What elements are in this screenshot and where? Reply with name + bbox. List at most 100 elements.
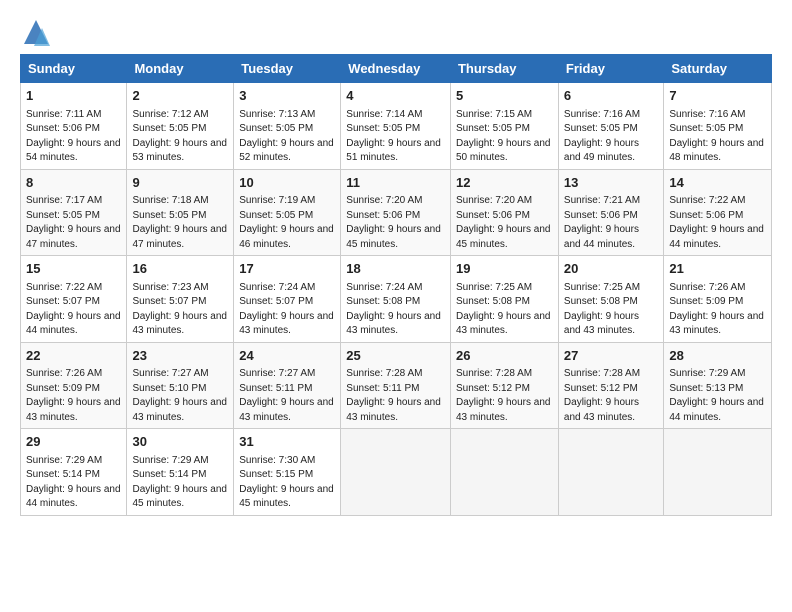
day-number: 8 (26, 174, 121, 192)
day-info: Sunrise: 7:14 AMSunset: 5:05 PMDaylight:… (346, 109, 441, 164)
day-of-week-header: Sunday (21, 55, 127, 83)
day-info: Sunrise: 7:15 AMSunset: 5:05 PMDaylight:… (456, 109, 551, 164)
calendar-day: 21 Sunrise: 7:26 AMSunset: 5:09 PMDaylig… (664, 256, 772, 343)
day-info: Sunrise: 7:28 AMSunset: 5:12 PMDaylight:… (456, 368, 551, 423)
day-info: Sunrise: 7:27 AMSunset: 5:10 PMDaylight:… (132, 368, 227, 423)
day-number: 15 (26, 260, 121, 278)
day-number: 31 (239, 433, 335, 451)
day-number: 20 (564, 260, 658, 278)
day-info: Sunrise: 7:17 AMSunset: 5:05 PMDaylight:… (26, 195, 121, 250)
day-number: 30 (132, 433, 228, 451)
page: SundayMondayTuesdayWednesdayThursdayFrid… (0, 0, 792, 612)
day-number: 11 (346, 174, 445, 192)
empty-day (664, 429, 772, 516)
calendar-day: 30 Sunrise: 7:29 AMSunset: 5:14 PMDaylig… (127, 429, 234, 516)
day-number: 9 (132, 174, 228, 192)
calendar-day: 24 Sunrise: 7:27 AMSunset: 5:11 PMDaylig… (234, 342, 341, 429)
day-info: Sunrise: 7:19 AMSunset: 5:05 PMDaylight:… (239, 195, 334, 250)
calendar-day: 15 Sunrise: 7:22 AMSunset: 5:07 PMDaylig… (21, 256, 127, 343)
day-info: Sunrise: 7:29 AMSunset: 5:13 PMDaylight:… (669, 368, 764, 423)
day-info: Sunrise: 7:13 AMSunset: 5:05 PMDaylight:… (239, 109, 334, 164)
calendar-header-row: SundayMondayTuesdayWednesdayThursdayFrid… (21, 55, 772, 83)
calendar-day: 14 Sunrise: 7:22 AMSunset: 5:06 PMDaylig… (664, 169, 772, 256)
day-number: 6 (564, 87, 658, 105)
empty-day (558, 429, 663, 516)
day-number: 26 (456, 347, 553, 365)
day-number: 4 (346, 87, 445, 105)
calendar-day: 26 Sunrise: 7:28 AMSunset: 5:12 PMDaylig… (450, 342, 558, 429)
day-number: 22 (26, 347, 121, 365)
day-info: Sunrise: 7:26 AMSunset: 5:09 PMDaylight:… (669, 282, 764, 337)
day-number: 10 (239, 174, 335, 192)
empty-day (341, 429, 451, 516)
calendar-day: 8 Sunrise: 7:17 AMSunset: 5:05 PMDayligh… (21, 169, 127, 256)
calendar-day: 12 Sunrise: 7:20 AMSunset: 5:06 PMDaylig… (450, 169, 558, 256)
day-number: 7 (669, 87, 766, 105)
day-info: Sunrise: 7:20 AMSunset: 5:06 PMDaylight:… (346, 195, 441, 250)
day-info: Sunrise: 7:27 AMSunset: 5:11 PMDaylight:… (239, 368, 334, 423)
day-of-week-header: Tuesday (234, 55, 341, 83)
day-number: 19 (456, 260, 553, 278)
day-info: Sunrise: 7:28 AMSunset: 5:12 PMDaylight:… (564, 368, 640, 423)
day-info: Sunrise: 7:16 AMSunset: 5:05 PMDaylight:… (564, 109, 640, 164)
calendar: SundayMondayTuesdayWednesdayThursdayFrid… (20, 54, 772, 516)
calendar-day: 11 Sunrise: 7:20 AMSunset: 5:06 PMDaylig… (341, 169, 451, 256)
day-info: Sunrise: 7:28 AMSunset: 5:11 PMDaylight:… (346, 368, 441, 423)
calendar-day: 13 Sunrise: 7:21 AMSunset: 5:06 PMDaylig… (558, 169, 663, 256)
day-number: 12 (456, 174, 553, 192)
day-number: 17 (239, 260, 335, 278)
day-info: Sunrise: 7:24 AMSunset: 5:08 PMDaylight:… (346, 282, 441, 337)
day-of-week-header: Wednesday (341, 55, 451, 83)
day-info: Sunrise: 7:29 AMSunset: 5:14 PMDaylight:… (26, 455, 121, 510)
day-info: Sunrise: 7:12 AMSunset: 5:05 PMDaylight:… (132, 109, 227, 164)
calendar-day: 29 Sunrise: 7:29 AMSunset: 5:14 PMDaylig… (21, 429, 127, 516)
day-info: Sunrise: 7:24 AMSunset: 5:07 PMDaylight:… (239, 282, 334, 337)
logo (20, 18, 50, 46)
calendar-day: 31 Sunrise: 7:30 AMSunset: 5:15 PMDaylig… (234, 429, 341, 516)
logo-icon (22, 18, 50, 46)
day-number: 28 (669, 347, 766, 365)
calendar-day: 20 Sunrise: 7:25 AMSunset: 5:08 PMDaylig… (558, 256, 663, 343)
calendar-day: 2 Sunrise: 7:12 AMSunset: 5:05 PMDayligh… (127, 83, 234, 170)
day-info: Sunrise: 7:25 AMSunset: 5:08 PMDaylight:… (456, 282, 551, 337)
calendar-day: 9 Sunrise: 7:18 AMSunset: 5:05 PMDayligh… (127, 169, 234, 256)
calendar-week-row: 29 Sunrise: 7:29 AMSunset: 5:14 PMDaylig… (21, 429, 772, 516)
day-number: 16 (132, 260, 228, 278)
calendar-day: 22 Sunrise: 7:26 AMSunset: 5:09 PMDaylig… (21, 342, 127, 429)
day-of-week-header: Saturday (664, 55, 772, 83)
day-info: Sunrise: 7:20 AMSunset: 5:06 PMDaylight:… (456, 195, 551, 250)
calendar-week-row: 1 Sunrise: 7:11 AMSunset: 5:06 PMDayligh… (21, 83, 772, 170)
day-number: 24 (239, 347, 335, 365)
day-info: Sunrise: 7:25 AMSunset: 5:08 PMDaylight:… (564, 282, 640, 337)
calendar-day: 23 Sunrise: 7:27 AMSunset: 5:10 PMDaylig… (127, 342, 234, 429)
day-number: 29 (26, 433, 121, 451)
day-of-week-header: Thursday (450, 55, 558, 83)
empty-day (450, 429, 558, 516)
calendar-week-row: 8 Sunrise: 7:17 AMSunset: 5:05 PMDayligh… (21, 169, 772, 256)
day-info: Sunrise: 7:23 AMSunset: 5:07 PMDaylight:… (132, 282, 227, 337)
day-info: Sunrise: 7:22 AMSunset: 5:07 PMDaylight:… (26, 282, 121, 337)
day-info: Sunrise: 7:26 AMSunset: 5:09 PMDaylight:… (26, 368, 121, 423)
calendar-day: 28 Sunrise: 7:29 AMSunset: 5:13 PMDaylig… (664, 342, 772, 429)
day-number: 1 (26, 87, 121, 105)
calendar-day: 19 Sunrise: 7:25 AMSunset: 5:08 PMDaylig… (450, 256, 558, 343)
day-info: Sunrise: 7:22 AMSunset: 5:06 PMDaylight:… (669, 195, 764, 250)
day-number: 14 (669, 174, 766, 192)
header (20, 18, 772, 46)
calendar-day: 16 Sunrise: 7:23 AMSunset: 5:07 PMDaylig… (127, 256, 234, 343)
calendar-day: 5 Sunrise: 7:15 AMSunset: 5:05 PMDayligh… (450, 83, 558, 170)
calendar-day: 18 Sunrise: 7:24 AMSunset: 5:08 PMDaylig… (341, 256, 451, 343)
day-number: 13 (564, 174, 658, 192)
calendar-day: 3 Sunrise: 7:13 AMSunset: 5:05 PMDayligh… (234, 83, 341, 170)
day-number: 3 (239, 87, 335, 105)
calendar-day: 7 Sunrise: 7:16 AMSunset: 5:05 PMDayligh… (664, 83, 772, 170)
day-info: Sunrise: 7:11 AMSunset: 5:06 PMDaylight:… (26, 109, 121, 164)
day-number: 2 (132, 87, 228, 105)
day-number: 27 (564, 347, 658, 365)
day-number: 5 (456, 87, 553, 105)
day-number: 23 (132, 347, 228, 365)
day-info: Sunrise: 7:18 AMSunset: 5:05 PMDaylight:… (132, 195, 227, 250)
calendar-week-row: 22 Sunrise: 7:26 AMSunset: 5:09 PMDaylig… (21, 342, 772, 429)
day-info: Sunrise: 7:16 AMSunset: 5:05 PMDaylight:… (669, 109, 764, 164)
day-number: 21 (669, 260, 766, 278)
